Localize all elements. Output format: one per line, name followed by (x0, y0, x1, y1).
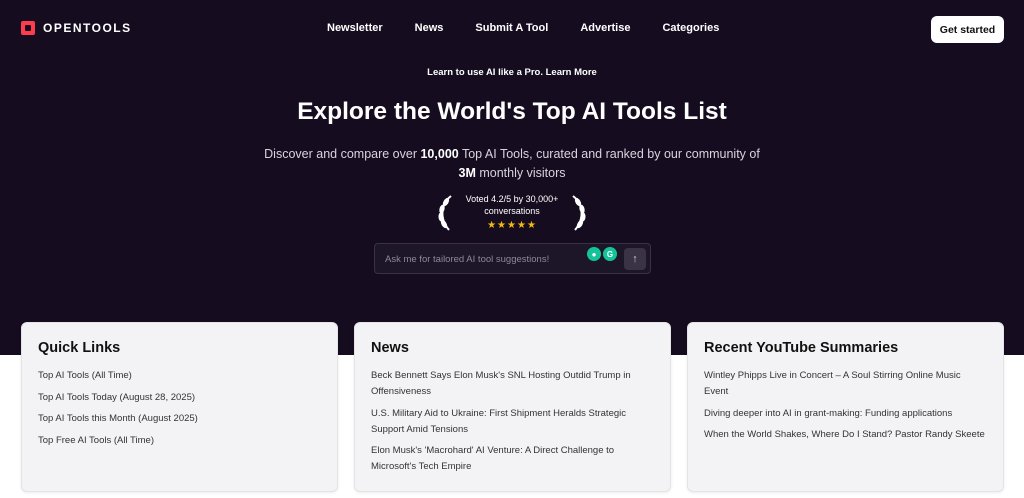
nav-categories[interactable]: Categories (646, 22, 735, 34)
get-started-button[interactable]: Get started (931, 16, 1004, 43)
youtube-list: Wintley Phipps Live in Concert – A Soul … (704, 368, 987, 443)
list-item[interactable]: Top AI Tools (All Time) (38, 370, 132, 381)
quick-links-card: Quick Links Top AI Tools (All Time) Top … (21, 322, 338, 492)
news-list: Beck Bennett Says Elon Musk's SNL Hostin… (371, 368, 654, 475)
list-item[interactable]: Top AI Tools Today (August 28, 2025) (38, 392, 195, 403)
nav-submit-tool[interactable]: Submit A Tool (459, 22, 564, 34)
logo-text: OPENTOOLS (43, 21, 132, 35)
list-item[interactable]: Top Free AI Tools (All Time) (38, 435, 154, 446)
logo-icon (21, 21, 35, 35)
news-card: News Beck Bennett Says Elon Musk's SNL H… (354, 322, 671, 492)
nav-advertise[interactable]: Advertise (564, 22, 646, 34)
list-item[interactable]: Beck Bennett Says Elon Musk's SNL Hostin… (371, 370, 631, 397)
list-item[interactable]: Elon Musk's 'Macrohard' AI Venture: A Di… (371, 445, 614, 472)
list-item[interactable]: When the World Shakes, Where Do I Stand?… (704, 429, 985, 440)
ai-search-input[interactable] (385, 250, 585, 268)
grammarly-icons: ● G (587, 247, 617, 261)
send-arrow-button[interactable]: ↑ (624, 248, 646, 270)
grammarly-icon[interactable]: G (603, 247, 617, 261)
rating-text: Voted 4.2/5 by 30,000+ conversations (465, 194, 559, 216)
hero-section: OPENTOOLS Newsletter News Submit A Tool … (0, 0, 1024, 355)
youtube-summaries-card: Recent YouTube Summaries Wintley Phipps … (687, 322, 1004, 492)
list-item[interactable]: Top AI Tools this Month (August 2025) (38, 413, 198, 424)
list-item[interactable]: Diving deeper into AI in grant-making: F… (704, 408, 952, 419)
nav-news[interactable]: News (399, 22, 460, 34)
card-title: Recent YouTube Summaries (704, 340, 899, 356)
rating-badge: Voted 4.2/5 by 30,000+ conversations ★★★… (437, 192, 587, 234)
logo[interactable]: OPENTOOLS (21, 21, 132, 35)
promo-link[interactable]: Learn to use AI like a Pro. Learn More (0, 67, 1024, 78)
star-rating-icon: ★★★★★ (487, 220, 537, 231)
nav-newsletter[interactable]: Newsletter (311, 22, 399, 34)
arrow-up-icon: ↑ (632, 253, 638, 265)
lightbulb-icon[interactable]: ● (587, 247, 601, 261)
list-item[interactable]: U.S. Military Aid to Ukraine: First Ship… (371, 408, 626, 435)
laurel-left-icon (438, 195, 452, 231)
page-subtitle: Discover and compare over 10,000 Top AI … (264, 147, 760, 180)
card-title: Quick Links (38, 340, 121, 356)
page-title: Explore the World's Top AI Tools List (297, 98, 727, 125)
main-nav: Newsletter News Submit A Tool Advertise … (311, 22, 735, 34)
ai-search-box: ● G ↑ (374, 243, 651, 274)
quick-links-list: Top AI Tools (All Time) Top AI Tools Tod… (38, 368, 321, 449)
list-item[interactable]: Wintley Phipps Live in Concert – A Soul … (704, 370, 961, 397)
laurel-right-icon (572, 195, 586, 231)
card-title: News (371, 340, 409, 356)
